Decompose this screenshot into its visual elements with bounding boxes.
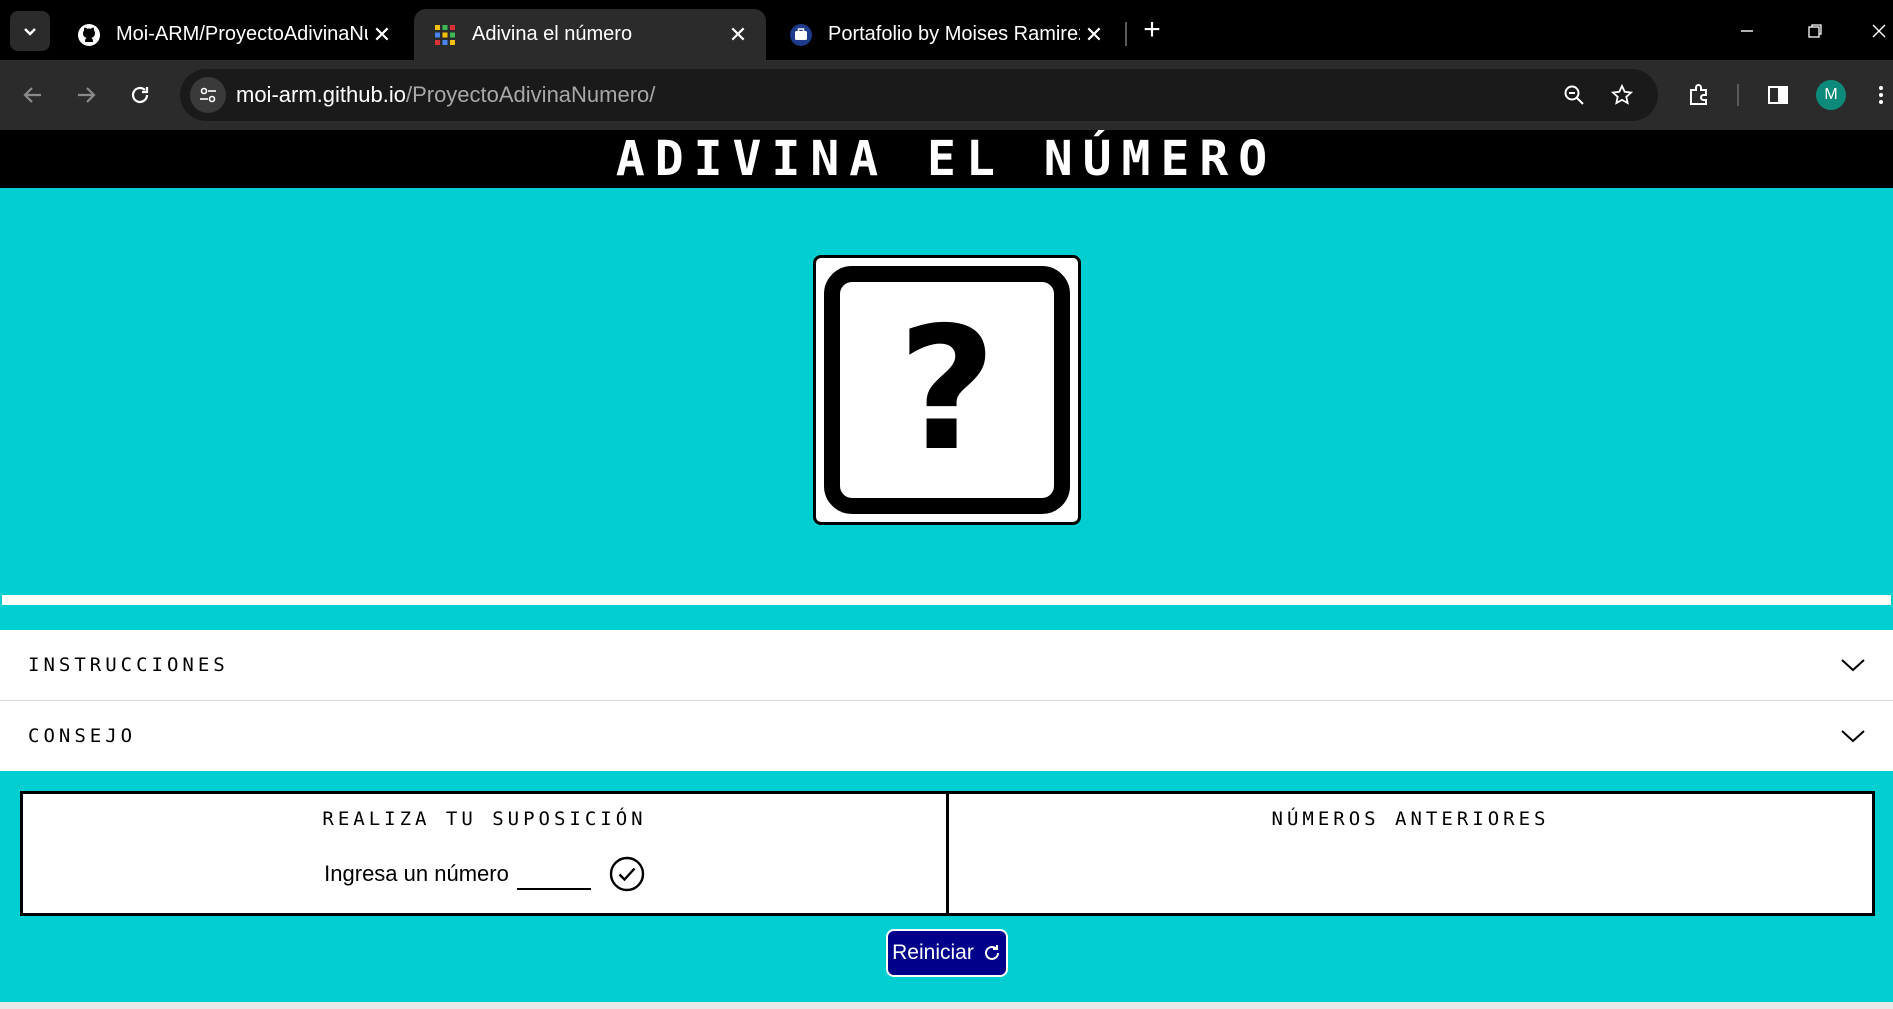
tab-github[interactable]: Moi-ARM/ProyectoAdivinaNumero ✕ <box>58 9 410 60</box>
tab-separator <box>1125 22 1127 46</box>
accordion-consejo[interactable]: CONSEJO <box>0 701 1893 771</box>
mystery-number-box: ? <box>813 255 1081 525</box>
tab-adivina[interactable]: Adivina el número ✕ <box>414 9 766 60</box>
check-circle-icon <box>609 856 645 892</box>
side-panel-icon <box>1768 86 1788 104</box>
github-icon <box>76 22 102 48</box>
page-header: ADIVINA EL NÚMERO <box>0 130 1893 188</box>
tune-icon <box>200 87 216 103</box>
url-host: moi-arm.github.io <box>236 82 406 107</box>
restore-icon <box>1808 24 1822 38</box>
tab-search-button[interactable] <box>10 11 50 51</box>
close-icon[interactable]: ✕ <box>724 21 752 49</box>
arrow-right-icon <box>78 87 96 103</box>
page-bottom-edge <box>0 1002 1893 1009</box>
history-panel: NÚMEROS ANTERIORES <box>946 791 1875 916</box>
minimize-icon <box>1741 30 1753 32</box>
close-window-button[interactable] <box>1862 14 1893 48</box>
chevron-down-icon <box>1835 647 1871 683</box>
guess-input-label: Ingresa un número <box>324 861 509 886</box>
arrow-left-icon <box>23 87 41 103</box>
chevron-down-icon <box>24 28 36 36</box>
submit-guess-button[interactable] <box>609 856 645 892</box>
puzzle-icon <box>1690 84 1707 105</box>
guess-input[interactable] <box>516 858 591 890</box>
progress-bar <box>0 593 1893 607</box>
restart-button[interactable]: Reiniciar <box>886 929 1008 977</box>
site-info-button[interactable] <box>190 77 226 113</box>
browser-toolbar: moi-arm.github.io/ProyectoAdivinaNumero/… <box>0 60 1893 130</box>
briefcase-icon <box>788 22 814 48</box>
profile-avatar[interactable]: M <box>1816 80 1846 110</box>
tab-title: Portafolio by Moises Ramirez <box>828 23 1080 45</box>
back-button[interactable] <box>14 76 52 114</box>
forward-button[interactable] <box>67 76 105 114</box>
url-path: /ProyectoAdivinaNumero/ <box>405 82 656 107</box>
guess-row: Ingresa un número <box>23 856 946 892</box>
zoom-out-icon <box>1564 85 1584 105</box>
side-panel-button[interactable] <box>1760 77 1796 113</box>
browser-tab-bar: Moi-ARM/ProyectoAdivinaNumero ✕ Adivina … <box>0 0 1893 60</box>
restore-button[interactable] <box>1798 14 1832 48</box>
close-icon <box>1872 24 1886 38</box>
guess-panel: REALIZA TU SUPOSICIÓN Ingresa un número <box>20 791 949 916</box>
address-bar[interactable]: moi-arm.github.io/ProyectoAdivinaNumero/ <box>180 69 1658 121</box>
zoom-button[interactable] <box>1558 79 1590 111</box>
close-icon[interactable]: ✕ <box>368 21 396 49</box>
tab-title: Adivina el número <box>472 23 633 45</box>
grid-icon <box>432 22 458 48</box>
reload-icon <box>131 86 149 104</box>
tab-portafolio[interactable]: Portafolio by Moises Ramirez ✕ <box>770 9 1122 60</box>
chevron-down-icon <box>1835 718 1871 754</box>
tab-title: Moi-ARM/ProyectoAdivinaNumero <box>116 23 368 45</box>
question-mark-icon: ? <box>897 291 997 489</box>
accordion-label: INSTRUCCIONES <box>28 654 229 676</box>
toolbar-separator <box>1737 84 1739 106</box>
extensions-button[interactable] <box>1681 77 1717 113</box>
bookmark-button[interactable] <box>1606 79 1638 111</box>
accordion-instrucciones[interactable]: INSTRUCCIONES <box>0 630 1893 701</box>
close-icon[interactable]: ✕ <box>1080 21 1108 49</box>
refresh-icon <box>982 943 1002 963</box>
mystery-number-frame: ? <box>824 266 1070 514</box>
page-title: ADIVINA EL NÚMERO <box>615 131 1278 187</box>
reload-button[interactable] <box>121 76 159 114</box>
guess-panel-title: REALIZA TU SUPOSICIÓN <box>322 808 647 830</box>
url-text: moi-arm.github.io/ProyectoAdivinaNumero/ <box>236 82 655 108</box>
history-panel-title: NÚMEROS ANTERIORES <box>1271 808 1550 830</box>
star-icon <box>1610 83 1634 105</box>
accordion-label: CONSEJO <box>28 725 137 747</box>
restart-label: Reiniciar <box>892 941 974 964</box>
minimize-button[interactable] <box>1730 14 1764 48</box>
new-tab-button[interactable]: + <box>1136 13 1168 46</box>
more-vertical-icon <box>1879 86 1883 104</box>
menu-button[interactable] <box>1869 77 1893 113</box>
